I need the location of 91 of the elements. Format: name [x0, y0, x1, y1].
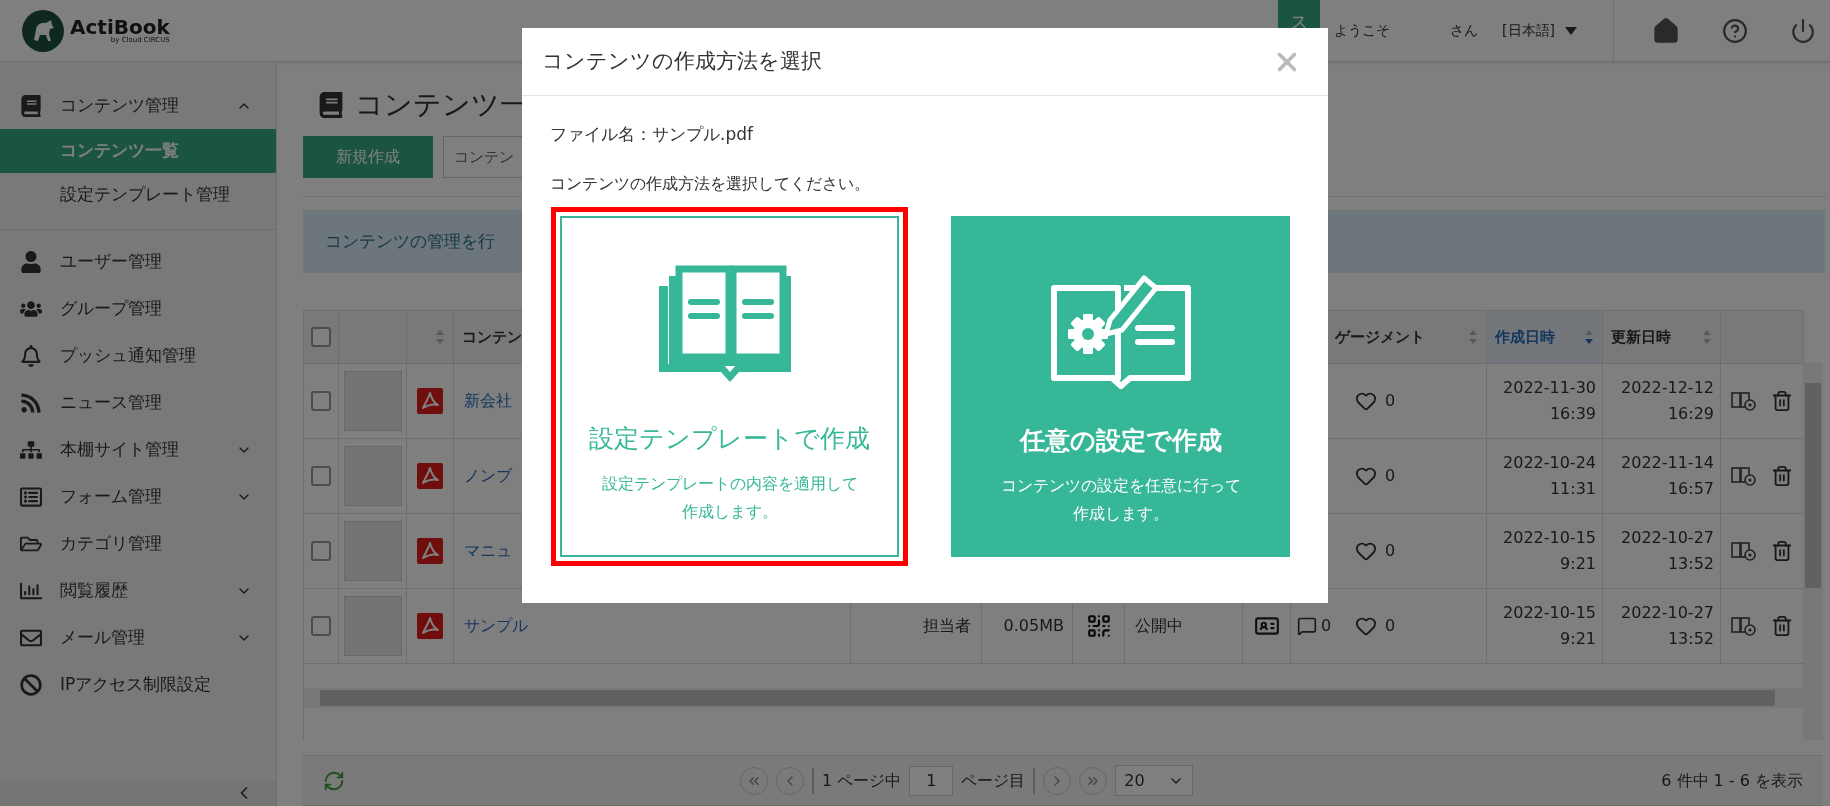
updated-date-text: 2022-10-27 13:52	[1621, 602, 1714, 651]
sidebar-item[interactable]: フォーム管理	[0, 473, 276, 520]
caret-down-icon	[1565, 26, 1577, 35]
dialog-title: コンテンツの作成方法を選択	[542, 47, 822, 75]
like-count: 0	[1385, 390, 1396, 413]
ban-icon	[20, 673, 42, 696]
sidebar-item[interactable]: 閲覧履歴	[0, 567, 276, 614]
book-settings-icon[interactable]	[1731, 615, 1757, 638]
create-option-button[interactable]: 設定テンプレートで作成 設定テンプレートの内容を適用して 作成します。	[560, 216, 899, 557]
refresh-icon[interactable]	[323, 769, 345, 792]
create-option-button[interactable]: 任意の設定で作成 コンテンツの設定を任意に行って 作成します。	[951, 216, 1290, 557]
heart-icon	[1355, 465, 1377, 488]
book-settings-icon[interactable]	[1731, 540, 1757, 563]
book-icon	[20, 94, 42, 117]
book-icon	[319, 91, 343, 118]
comment-count: 0	[1321, 615, 1332, 638]
created-date-text: 2022-10-15 9:21	[1503, 602, 1596, 651]
content-title-link[interactable]: サンプル	[464, 614, 528, 639]
home-icon[interactable]	[1652, 16, 1680, 45]
checkbox[interactable]	[311, 391, 331, 412]
checkbox[interactable]	[311, 541, 331, 562]
sidebar-subitem[interactable]: コンテンツ一覧	[0, 129, 276, 173]
bell-icon	[20, 344, 42, 367]
per-page-select[interactable]: 20	[1115, 765, 1194, 797]
trash-icon[interactable]	[1771, 465, 1793, 488]
form-icon	[20, 485, 42, 508]
pdf-file-icon	[417, 463, 443, 490]
heart-icon	[1355, 540, 1377, 563]
created-date-text: 2022-11-30 16:39	[1503, 377, 1596, 426]
updated-date-text: 2022-12-12 16:29	[1621, 377, 1714, 426]
checkbox[interactable]	[311, 616, 331, 637]
instruction-text: コンテンツの作成方法を選択してください。	[550, 173, 871, 195]
result-summary-text: 6 件中 1 - 6 を表示	[1661, 769, 1803, 792]
heart-icon	[1355, 615, 1377, 638]
trash-icon[interactable]	[1771, 540, 1793, 563]
sidebar-item[interactable]: メール管理	[0, 614, 276, 661]
page-count-text: 1 ページ中	[822, 769, 902, 792]
pdf-file-icon	[417, 613, 443, 640]
trash-icon[interactable]	[1771, 390, 1793, 413]
help-icon[interactable]	[1722, 17, 1748, 44]
checkbox[interactable]	[311, 327, 331, 348]
horizontal-scrollbar[interactable]	[304, 688, 1803, 709]
sidebar-item[interactable]: プッシュ通知管理	[0, 332, 276, 379]
sidebar-item[interactable]: コンテンツ管理	[0, 82, 276, 129]
book-settings-icon[interactable]	[1731, 390, 1757, 413]
content-title-link[interactable]: ノンブ	[464, 464, 512, 489]
created-date-text: 2022-10-15 9:21	[1503, 527, 1596, 576]
status-text: 公開中	[1135, 615, 1183, 638]
rss-icon	[20, 391, 42, 414]
content-title-link[interactable]: マニュ	[464, 539, 512, 564]
column-header[interactable]: ゲージメント	[1335, 325, 1425, 349]
sidebar-item[interactable]: ユーザー管理	[0, 238, 276, 285]
greeting-text: ようこそ	[1334, 21, 1391, 40]
updated-date-text: 2022-10-27 13:52	[1621, 527, 1714, 576]
power-icon[interactable]	[1790, 17, 1816, 44]
like-count: 0	[1385, 465, 1396, 488]
updated-date-text: 2022-11-14 16:57	[1621, 452, 1714, 501]
like-count: 0	[1385, 615, 1396, 638]
pdf-file-icon	[417, 538, 443, 565]
logo-text: ActiBook	[70, 17, 170, 37]
book-settings-icon[interactable]	[1731, 465, 1757, 488]
heart-icon	[1355, 390, 1377, 413]
sort-icon[interactable]	[1584, 329, 1594, 346]
column-header[interactable]: 更新日時	[1611, 325, 1671, 349]
sidebar-subitem[interactable]: 設定テンプレート管理	[0, 173, 276, 217]
page-suffix-text: ページ目	[961, 769, 1026, 792]
file-size-text: 0.05MB	[1003, 615, 1064, 638]
language-dropdown[interactable]: [日本語]	[1502, 20, 1577, 41]
sidebar-item[interactable]: グループ管理	[0, 285, 276, 332]
sidebar-item[interactable]: カテゴリ管理	[0, 520, 276, 567]
column-header[interactable]: コンテン	[462, 325, 522, 349]
like-count: 0	[1385, 540, 1396, 563]
sidebar-item[interactable]: IPアクセス制限設定	[0, 661, 276, 708]
qr-code-icon[interactable]	[1085, 613, 1112, 640]
page-number-field[interactable]: 1	[909, 765, 954, 796]
user-suffix-text: さん	[1450, 21, 1479, 40]
file-name-text: ファイル名：サンプル.pdf	[550, 123, 755, 145]
content-title-link[interactable]: 新会社	[464, 389, 512, 414]
comment-icon	[1297, 616, 1317, 637]
created-date-text: 2022-10-24 11:31	[1503, 452, 1596, 501]
vertical-scrollbar[interactable]	[1803, 363, 1823, 741]
logo-icon	[22, 9, 64, 52]
pdf-file-icon	[417, 388, 443, 415]
user-icon	[20, 250, 42, 273]
trash-icon[interactable]	[1771, 615, 1793, 638]
sitemap-icon	[20, 438, 42, 461]
owner-text: 担当者	[923, 615, 971, 638]
sidebar-item[interactable]: ニュース管理	[0, 379, 276, 426]
checkbox[interactable]	[311, 466, 331, 487]
new-content-button[interactable]: 新規作成	[303, 135, 433, 179]
sidebar-item[interactable]: 本棚サイト管理	[0, 426, 276, 473]
